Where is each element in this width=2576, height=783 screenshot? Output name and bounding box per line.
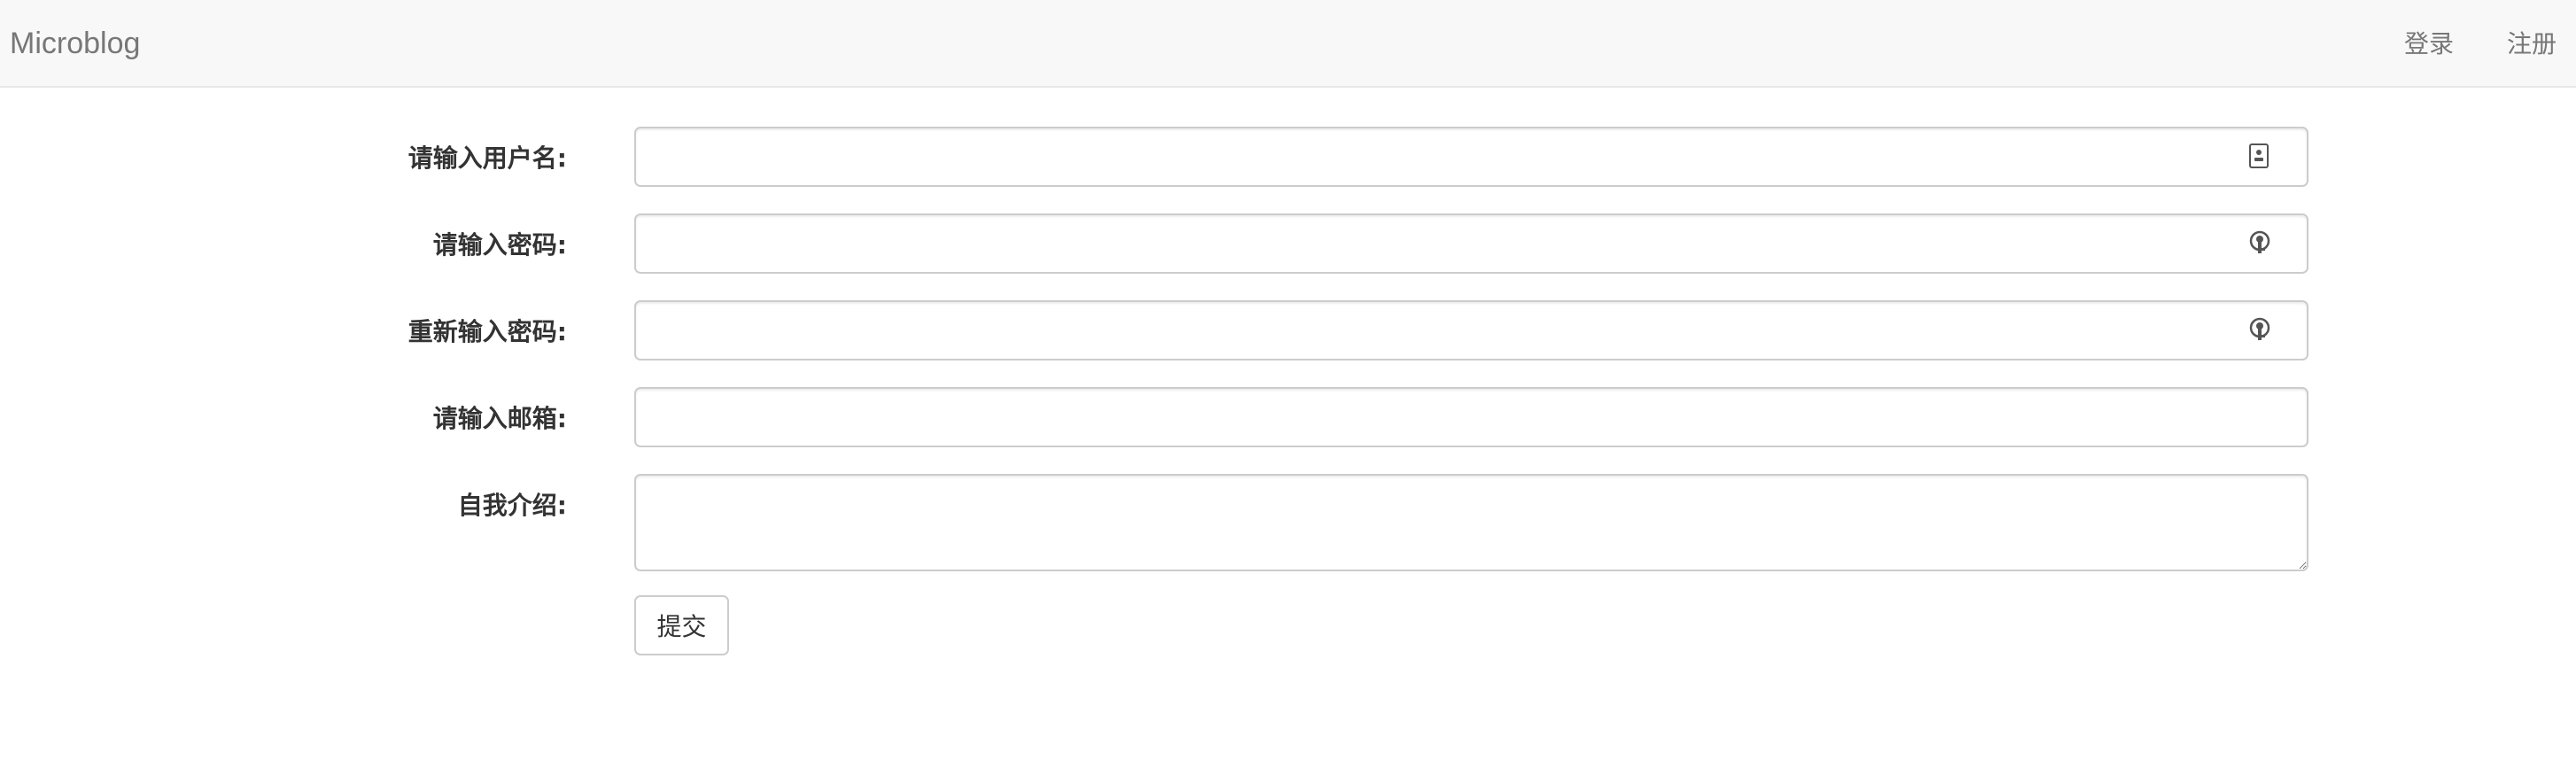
- about-textarea[interactable]: [634, 474, 2308, 571]
- password-key-icon[interactable]: [2247, 229, 2272, 256]
- email-label: 请输入邮箱:: [432, 404, 567, 433]
- contact-card-icon[interactable]: [2248, 143, 2270, 169]
- username-label: 请输入用户名:: [407, 143, 567, 173]
- password-label: 请输入密码:: [432, 230, 567, 260]
- password-confirm-input[interactable]: [634, 300, 2308, 360]
- username-input[interactable]: [634, 127, 2308, 187]
- password-confirm-label: 重新输入密码:: [407, 317, 567, 346]
- password-key-icon[interactable]: [2247, 316, 2272, 343]
- navbar-right: 登录 注册: [2378, 0, 2576, 88]
- navbar: Microblog 登录 注册: [0, 0, 2576, 88]
- nav-link-register[interactable]: 注册: [2480, 0, 2576, 88]
- password-input[interactable]: [634, 213, 2308, 274]
- nav-link-login[interactable]: 登录: [2378, 0, 2480, 88]
- brand-link[interactable]: Microblog: [10, 0, 140, 88]
- email-input[interactable]: [634, 387, 2308, 447]
- submit-button[interactable]: 提交: [634, 595, 729, 655]
- about-label: 自我介绍:: [457, 491, 567, 520]
